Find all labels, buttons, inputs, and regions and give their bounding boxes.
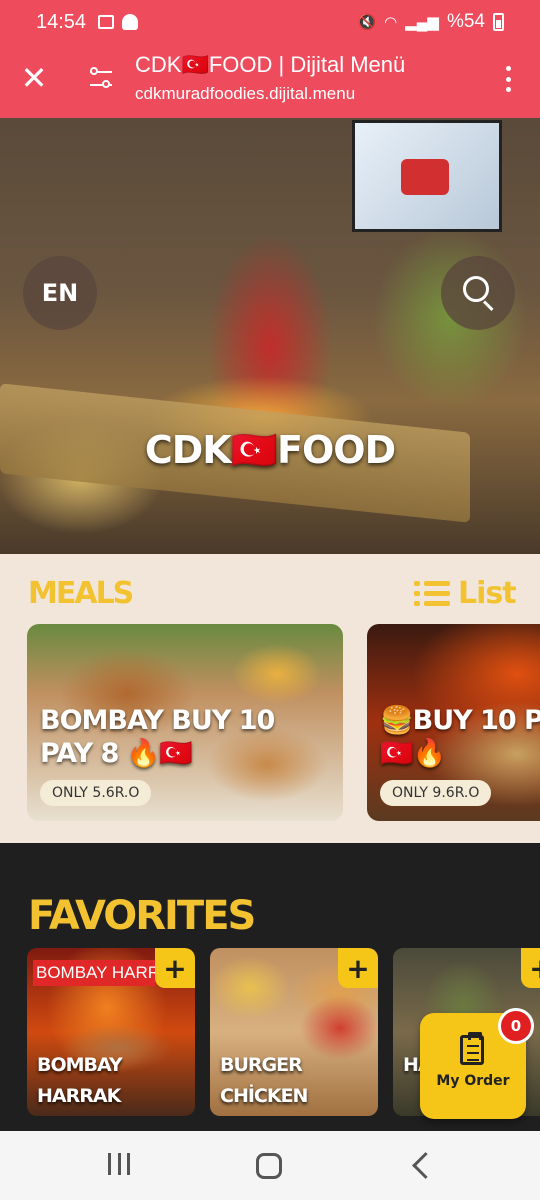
my-order-label: My Order <box>436 1073 510 1089</box>
wifi-icon: ◠ <box>384 13 398 31</box>
meal-card[interactable]: 🍔BUY 10 PAY 8 🇹🇷🔥 ONLY 9.6R.O <box>367 624 540 821</box>
site-settings-icon[interactable] <box>86 64 118 94</box>
order-count-badge: 0 <box>498 1008 534 1044</box>
system-nav-bar <box>0 1131 540 1200</box>
favorites-heading: FAVORITES <box>28 893 256 939</box>
clipboard-icon <box>460 1032 484 1065</box>
status-right-icons: 🔇 ◠ ▂▄▆ %54 <box>357 11 504 33</box>
page-url[interactable]: cdkmuradfoodies.dijital.menu <box>135 84 355 104</box>
meals-section: MEALS List BOMBAY BUY 10 PAY 8 🔥🇹🇷 ONLY … <box>0 554 540 843</box>
status-bar: 14:54 🔇 ◠ ▂▄▆ %54 <box>0 0 540 44</box>
favorite-name: BURGER CHİCKEN <box>220 1050 308 1112</box>
favorite-name-line2: CHİCKEN <box>220 1085 308 1107</box>
app-screen: 14:54 🔇 ◠ ▂▄▆ %54 ✕ CDK🇹🇷FOOD | Dijital … <box>0 0 540 1200</box>
browser-toolbar: ✕ CDK🇹🇷FOOD | Dijital Menü cdkmuradfoodi… <box>0 44 540 118</box>
favorite-name-line2: HARRAK <box>37 1085 121 1107</box>
favorite-card[interactable]: BOMBAY HARRAK BOMBAY HARRAK + <box>27 948 195 1116</box>
battery-percent: %54 <box>446 11 485 32</box>
back-icon[interactable] <box>408 1151 434 1181</box>
add-to-order-button[interactable]: + <box>521 948 540 988</box>
status-time: 14:54 <box>36 10 87 33</box>
mute-icon: 🔇 <box>357 13 377 31</box>
favorite-name-line1: BOMBAY <box>37 1054 123 1076</box>
list-view-button[interactable]: List <box>414 576 517 611</box>
favorite-name: BOMBAY HARRAK <box>37 1050 123 1112</box>
language-button[interactable]: EN <box>23 256 97 330</box>
meal-card-title: 🍔BUY 10 PAY 8 🇹🇷🔥 <box>380 705 540 769</box>
favorite-banner: BOMBAY HARRAK <box>33 960 155 986</box>
status-left-icons <box>98 14 139 30</box>
hero-tv-screen <box>352 120 502 232</box>
search-icon[interactable] <box>441 256 515 330</box>
signal-icon: ▂▄▆ <box>405 13 439 31</box>
brand-title: CDK🇹🇷FOOD <box>144 428 396 472</box>
battery-icon <box>493 13 504 31</box>
gallery-icon <box>98 15 115 29</box>
add-to-order-button[interactable]: + <box>155 948 195 988</box>
close-icon[interactable]: ✕ <box>18 62 50 94</box>
add-to-order-button[interactable]: + <box>338 948 378 988</box>
meal-card-title: BOMBAY BUY 10 PAY 8 🔥🇹🇷 <box>40 705 275 769</box>
meal-card-price: ONLY 9.6R.O <box>380 780 492 806</box>
page-title: CDK🇹🇷FOOD | Dijital Menü <box>135 52 406 77</box>
more-vert-icon[interactable] <box>496 64 520 94</box>
list-icon <box>414 579 450 609</box>
meal-card[interactable]: BOMBAY BUY 10 PAY 8 🔥🇹🇷 ONLY 5.6R.O <box>27 624 343 821</box>
meals-heading: MEALS <box>28 576 134 611</box>
home-icon[interactable] <box>256 1153 282 1179</box>
favorite-card[interactable]: BURGER CHİCKEN + <box>210 948 378 1116</box>
hero-banner: EN CDK🇹🇷FOOD <box>0 118 540 554</box>
meal-card-price: ONLY 5.6R.O <box>40 780 152 806</box>
favorite-name-line1: BURGER <box>220 1054 303 1076</box>
list-label: List <box>458 576 517 611</box>
snapchat-icon <box>122 14 139 30</box>
recents-icon[interactable] <box>104 1153 134 1177</box>
